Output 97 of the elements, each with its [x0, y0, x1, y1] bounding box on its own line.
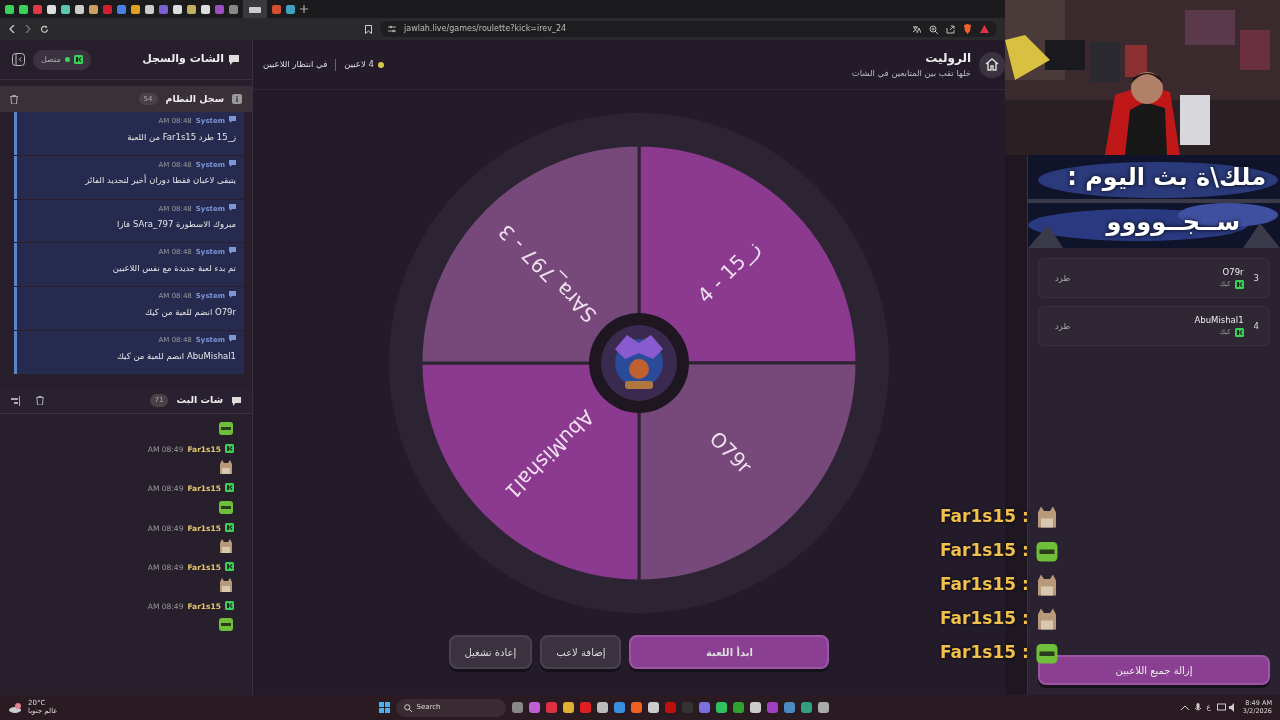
shield-icon[interactable] [963, 24, 972, 34]
collapse-icon[interactable] [12, 53, 25, 66]
forward-icon[interactable] [24, 25, 32, 33]
back-icon[interactable] [8, 25, 16, 33]
game-button[interactable]: إعادة تشغيل [448, 635, 533, 669]
address-bar[interactable]: jawlah.live/games/roulette?kick=irev_24 [380, 21, 997, 37]
app-icon[interactable] [818, 702, 830, 713]
player-count: 4 لاعبين [344, 58, 374, 71]
message-text: AbuMishal1 انضم للعبة من كيك [115, 349, 236, 363]
kick-link[interactable]: طرد [1055, 271, 1071, 285]
overlay-username: Far1s15 : [940, 505, 1029, 529]
player-number: 4 [1253, 319, 1259, 333]
search-icon [404, 703, 413, 712]
app-icon[interactable] [529, 702, 541, 713]
frog-emote-icon [218, 420, 234, 436]
app-icon[interactable] [716, 702, 728, 713]
platform-icon [225, 561, 234, 571]
panel-title: الشات والسجل [142, 51, 224, 68]
site-settings-icon[interactable] [388, 25, 396, 33]
app-icon[interactable] [750, 702, 762, 713]
banner-text: ملك\ة بث اليوم : [1067, 162, 1266, 193]
platform-icon [1234, 327, 1244, 337]
message-icon [229, 116, 236, 123]
cat-emote-icon [218, 577, 234, 593]
overlay-username: Far1s15 : [940, 641, 1029, 665]
weather-icon [8, 701, 22, 714]
player-number: 3 [1253, 271, 1259, 285]
cat-emote-icon [218, 459, 234, 476]
app-icon[interactable] [614, 702, 626, 713]
app-icon[interactable] [733, 702, 745, 713]
status-dot [64, 57, 70, 62]
platform-icon [225, 522, 234, 532]
status-dot [377, 61, 384, 68]
cat-emote-icon [218, 537, 234, 554]
app-icon[interactable] [801, 702, 813, 713]
banner-text: ســجــوووو [1106, 207, 1240, 238]
message-text: تم بدء لعبة جديدة مع نفس اللاعبين [111, 262, 236, 275]
tab-icon[interactable] [249, 6, 261, 13]
bookmark-icon[interactable] [365, 24, 372, 34]
message-text: مبروك الاسطورة SAra_797 فازا [116, 218, 236, 231]
message-icon [229, 203, 236, 211]
start-icon[interactable] [379, 702, 391, 713]
kick-link[interactable]: طرد [1055, 319, 1071, 333]
info-icon [232, 94, 242, 104]
platform-icon [225, 601, 234, 610]
section-title: سجل النظام [165, 91, 224, 106]
message-icon [229, 247, 236, 255]
platform-icon [225, 483, 234, 493]
message-icon [229, 159, 236, 167]
segment-label: ز_15 - 4 [692, 234, 765, 307]
new-tab-icon[interactable] [300, 5, 308, 13]
game-status: في انتظار اللاعبين [263, 58, 328, 71]
align-icon[interactable] [10, 395, 20, 406]
player-name: O79r [1221, 266, 1244, 280]
share-icon[interactable] [946, 24, 955, 34]
platform-icon [73, 55, 83, 64]
network-volume-icon[interactable] [1216, 703, 1237, 712]
app-icon[interactable] [597, 702, 609, 713]
message-icon [229, 291, 236, 299]
game-button[interactable]: إضافة لاعب [540, 635, 622, 669]
player-name: AbuMishal1 [1194, 314, 1244, 328]
section-title: شات البث [176, 393, 223, 408]
app-icon[interactable] [631, 702, 643, 713]
app-icon[interactable] [563, 702, 575, 713]
overlay-username: Far1s15 : [940, 607, 1029, 631]
game-button[interactable]: ابدأ اللعبة [629, 635, 830, 669]
app-icon[interactable] [512, 702, 524, 713]
app-icon[interactable] [784, 702, 796, 713]
message-text: يتبقى لاعبان فقطا دوران أخير لتحديد الفائز [84, 174, 236, 188]
status-text: متصل [41, 53, 61, 66]
message-icon [229, 335, 236, 343]
trash-icon[interactable] [10, 94, 18, 104]
overlay-username: Far1s15 : [940, 539, 1029, 563]
overlay-username: Far1s15 : [940, 573, 1029, 597]
frog-emote-icon [218, 498, 234, 515]
frog-emote-icon [218, 616, 234, 633]
game-subtitle: خلها تقب بين المتابعين في الشات [851, 67, 971, 80]
zoom-icon[interactable] [929, 24, 938, 34]
game-title: الروليت [924, 50, 971, 68]
url-text: jawlah.live/games/roulette?kick=irev_24 [404, 23, 567, 35]
chevron-icon[interactable] [1180, 704, 1189, 711]
trash-icon[interactable] [36, 396, 44, 405]
platform-icon [225, 444, 234, 453]
emblem-icon [601, 324, 677, 401]
platform-icon [1234, 279, 1244, 289]
remove-all-button[interactable]: إزالة جميع اللاعبين [1038, 655, 1270, 685]
home-button[interactable] [979, 51, 1005, 78]
message-text: O79r انضم للعبة من كيك [144, 305, 236, 319]
translate-icon[interactable] [912, 24, 921, 34]
microphone-icon[interactable] [1194, 703, 1201, 712]
message-text: ز_15 طرد Far1s15 من اللعبة [126, 130, 236, 144]
home-icon [985, 58, 999, 71]
chat-icon [231, 395, 242, 406]
chat-icon [228, 54, 240, 65]
app-icon[interactable] [648, 702, 660, 713]
triangle-icon[interactable] [980, 25, 989, 33]
reload-icon[interactable] [40, 24, 49, 34]
